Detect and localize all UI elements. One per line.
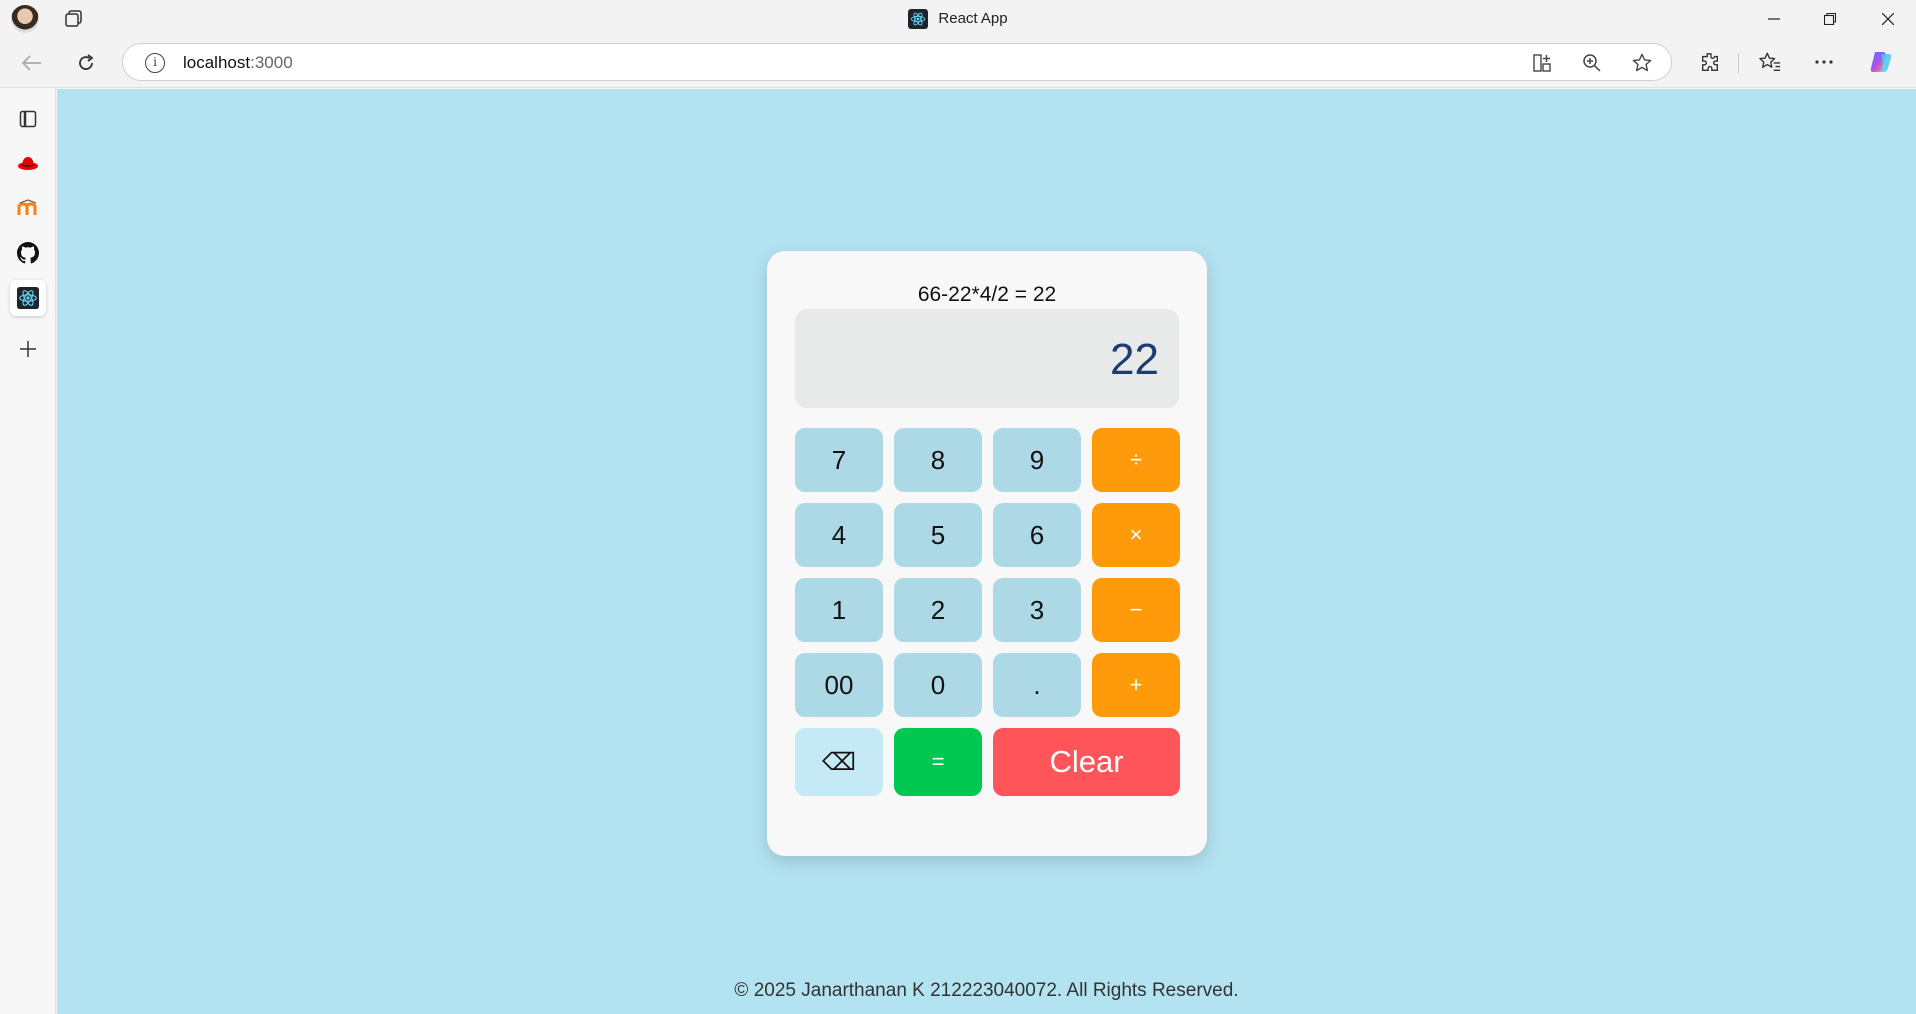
calculator-card: 66-22*4/2 = 22 22 7 8 9 ÷ 4 5 6 × 1 2 3 … [767, 251, 1207, 856]
add-button[interactable]: + [1092, 653, 1180, 717]
favorites-icon[interactable] [1757, 49, 1783, 75]
subtract-button[interactable]: − [1092, 578, 1180, 642]
zoom-icon[interactable] [1581, 52, 1603, 74]
tab-actions-icon[interactable] [10, 101, 46, 137]
result-value: 22 [1110, 335, 1159, 384]
window-title-text: React App [938, 10, 1008, 27]
app-available-icon[interactable] [1531, 52, 1553, 74]
page-viewport: 66-22*4/2 = 22 22 7 8 9 ÷ 4 5 6 × 1 2 3 … [57, 89, 1916, 1014]
divide-button[interactable]: ÷ [1092, 428, 1180, 492]
key-2[interactable]: 2 [894, 578, 982, 642]
navigation-bar: i localhost:3000 [0, 37, 1916, 88]
favorite-star-icon[interactable] [1631, 52, 1653, 74]
key-9[interactable]: 9 [993, 428, 1081, 492]
result-display: 22 [795, 309, 1179, 408]
key-3[interactable]: 3 [993, 578, 1081, 642]
backspace-button[interactable]: ⌫ [795, 728, 883, 796]
window-title: React App [0, 0, 1916, 37]
browser-sidebar [0, 88, 56, 1014]
more-options-icon[interactable] [1811, 49, 1837, 75]
title-bar: React App [0, 0, 1916, 37]
key-1[interactable]: 1 [795, 578, 883, 642]
back-arrow-icon[interactable] [18, 49, 46, 77]
copyright-footer: © 2025 Janarthanan K 212223040072. All R… [734, 980, 1239, 1001]
key-5[interactable]: 5 [894, 503, 982, 567]
react-app-sidebar-icon[interactable] [10, 280, 46, 316]
clear-button[interactable]: Clear [993, 728, 1180, 796]
key-6[interactable]: 6 [993, 503, 1081, 567]
moodle-icon[interactable] [10, 190, 46, 226]
add-icon[interactable] [10, 331, 46, 367]
address-bar[interactable]: i localhost:3000 [122, 43, 1672, 81]
key-00[interactable]: 00 [795, 653, 883, 717]
equals-button[interactable]: = [894, 728, 982, 796]
key-8[interactable]: 8 [894, 428, 982, 492]
site-info-icon[interactable]: i [145, 53, 165, 73]
key-0[interactable]: 0 [894, 653, 982, 717]
refresh-icon[interactable] [72, 49, 100, 77]
react-favicon-icon [908, 8, 929, 29]
extensions-icon[interactable] [1697, 49, 1723, 75]
github-icon[interactable] [10, 235, 46, 271]
toolbar-divider [1738, 53, 1739, 73]
multiply-button[interactable]: × [1092, 503, 1180, 567]
url-text[interactable]: localhost:3000 [183, 53, 293, 73]
key-7[interactable]: 7 [795, 428, 883, 492]
copilot-icon[interactable] [1868, 49, 1894, 75]
close-window-button[interactable] [1860, 0, 1916, 37]
decimal-button[interactable]: . [993, 653, 1081, 717]
restore-button[interactable] [1802, 0, 1858, 37]
expression-history: 66-22*4/2 = 22 [917, 283, 1057, 306]
key-4[interactable]: 4 [795, 503, 883, 567]
minimize-button[interactable] [1746, 0, 1802, 37]
redhat-icon[interactable] [10, 145, 46, 181]
